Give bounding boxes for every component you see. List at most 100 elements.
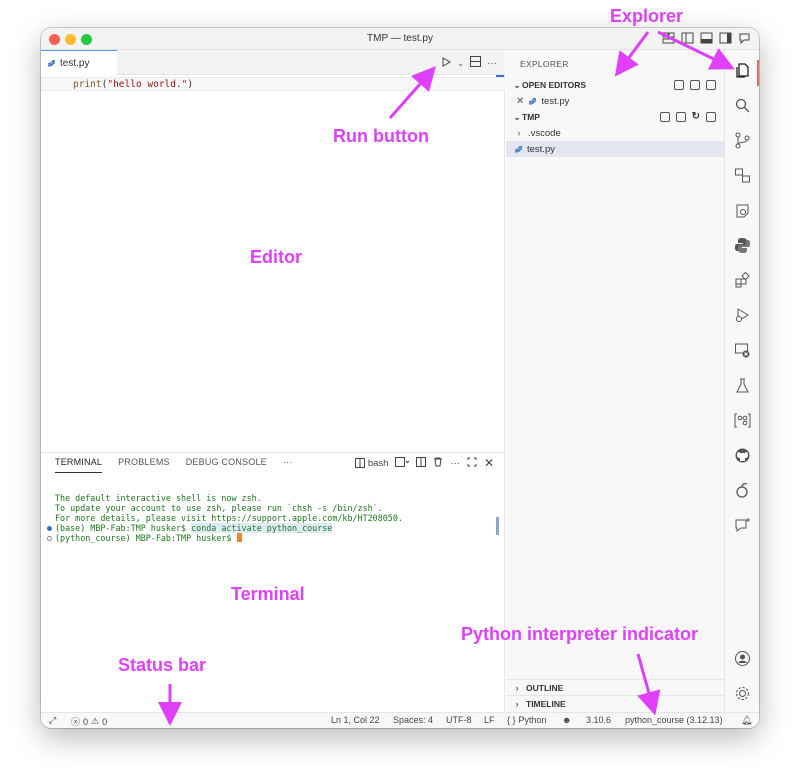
tab-problems[interactable]: PROBLEMS: [118, 457, 170, 473]
workspace-folder-section[interactable]: ⌄ TMP ↻: [506, 109, 724, 125]
tab-terminal[interactable]: TERMINAL: [55, 457, 103, 473]
panel-more-tabs-button[interactable]: ···: [283, 457, 293, 473]
activity-bar: [724, 50, 759, 712]
annotation-terminal: Terminal: [231, 584, 305, 604]
terminal-more-actions-icon[interactable]: ···: [450, 458, 460, 469]
editor-actions: ⌄ ···: [441, 56, 497, 70]
flask-icon[interactable]: [734, 377, 751, 394]
copilot-status-icon[interactable]: ☻: [562, 715, 571, 725]
remote-explorer-icon[interactable]: [734, 167, 751, 184]
terminal-prompt-line: (base) MBP-Fab:TMP husker$ conda activat…: [47, 523, 403, 533]
chat-icon[interactable]: [734, 517, 751, 534]
chevron-right-icon: ›: [517, 128, 521, 138]
chat-toggle-icon[interactable]: [738, 32, 751, 45]
remote-indicator-icon[interactable]: ⤢: [49, 715, 56, 726]
annotation-python-interpreter: Python interpreter indicator: [461, 624, 699, 644]
terminal-command: conda activate python_course: [191, 523, 333, 533]
chevron-right-icon: ›: [515, 682, 519, 693]
kill-terminal-trash-icon[interactable]: [433, 457, 443, 470]
cursor-position[interactable]: Ln 1, Col 22: [331, 715, 380, 725]
run-python-file-icon[interactable]: [441, 56, 452, 70]
close-panel-icon[interactable]: ✕: [484, 456, 494, 470]
notifications-bell-icon[interactable]: 🔔︎: [741, 715, 752, 726]
annotation-explorer: Explorer: [610, 6, 684, 26]
customize-layout-icon[interactable]: [662, 32, 675, 44]
source-control-icon[interactable]: [734, 132, 751, 149]
open-editor-item[interactable]: ✕ test.py: [506, 93, 724, 109]
collapse-folders-icon[interactable]: [706, 112, 716, 122]
copilot-icon[interactable]: [734, 482, 751, 499]
maximize-panel-icon[interactable]: [467, 457, 477, 470]
terminal-scrollbar[interactable]: [496, 517, 499, 535]
remote-disconnect-icon[interactable]: [734, 342, 751, 359]
terminal-cursor: [236, 533, 242, 542]
window-title: TMP — test.py: [367, 33, 433, 44]
split-editor-icon[interactable]: [470, 56, 481, 70]
toggle-secondary-sidebar-icon[interactable]: [719, 32, 732, 44]
layout-controls: [662, 32, 751, 45]
github-icon[interactable]: [734, 447, 751, 464]
close-all-icon[interactable]: [706, 80, 716, 90]
chevron-down-icon: ⌄: [513, 79, 521, 90]
editor-tab-bar: test.py ⌄ ···: [41, 50, 505, 75]
editor-tab-label: test.py: [60, 57, 90, 69]
split-terminal-icon: [354, 458, 365, 468]
command-decoration-icon[interactable]: [47, 536, 52, 541]
indentation[interactable]: Spaces: 4: [393, 715, 433, 725]
new-terminal-icon[interactable]: [395, 456, 410, 470]
language-mode[interactable]: { } Python: [507, 715, 547, 725]
explorer-icon[interactable]: [734, 62, 751, 79]
tree-item-vscode-folder[interactable]: › .vscode: [506, 125, 724, 141]
end-of-line[interactable]: LF: [484, 715, 495, 725]
python-file-icon: [528, 97, 537, 106]
terminal-prompt-line: (python_course) MBP-Fab:TMP husker$: [47, 533, 403, 543]
encoding[interactable]: UTF-8: [446, 715, 472, 725]
graph-icon[interactable]: [734, 412, 751, 429]
search-icon[interactable]: [734, 97, 751, 114]
extensions-icon[interactable]: [734, 271, 751, 289]
testing-run-icon[interactable]: [734, 307, 751, 324]
terminal-line: The default interactive shell is now zsh…: [55, 493, 262, 503]
active-view-indicator: [757, 60, 759, 86]
explorer-title: EXPLORER: [520, 59, 569, 69]
status-bar: ⤢ ⓧ 0 ⚠ 0 Ln 1, Col 22 Spaces: 4 UTF-8 LF …: [41, 712, 759, 728]
editor-tab-test-py[interactable]: test.py: [41, 50, 117, 75]
python-file-icon: [514, 145, 523, 154]
command-decoration-icon[interactable]: [47, 526, 52, 531]
run-debug-icon[interactable]: [734, 202, 751, 219]
run-options-chevron-icon[interactable]: ⌄: [457, 59, 464, 68]
settings-gear-icon[interactable]: [734, 685, 751, 702]
new-file-icon[interactable]: [659, 112, 670, 122]
refresh-explorer-icon[interactable]: ↻: [692, 112, 700, 122]
tree-item-test-py[interactable]: test.py: [506, 141, 724, 157]
toggle-panel-icon[interactable]: [700, 32, 713, 44]
shell-label: bash: [367, 457, 389, 469]
new-untitled-file-icon[interactable]: [674, 80, 684, 90]
chevron-down-icon: ⌄: [513, 111, 521, 122]
terminal-line: For more details, please visit https://s…: [55, 513, 403, 523]
split-terminal-button-icon[interactable]: [416, 456, 427, 470]
python-version[interactable]: 3.10.6: [586, 715, 611, 725]
explorer-sidebar: EXPLORER ⌄ OPEN EDITORS ✕ test.py ⌄ TMP …: [506, 50, 724, 712]
code-line-1[interactable]: print("hello world."): [41, 77, 505, 91]
account-icon[interactable]: [734, 650, 751, 667]
tab-debug-console[interactable]: DEBUG CONSOLE: [186, 457, 267, 473]
python-interpreter[interactable]: python_course (3.12.13): [625, 715, 723, 725]
chevron-right-icon: ›: [515, 698, 519, 709]
open-editors-section[interactable]: ⌄ OPEN EDITORS: [506, 77, 724, 93]
terminal-output[interactable]: The default interactive shell is now zsh…: [47, 493, 403, 543]
toggle-primary-sidebar-icon[interactable]: [681, 32, 694, 44]
problems-indicator[interactable]: ⓧ 0 ⚠ 0: [71, 715, 107, 728]
editor-more-actions-icon[interactable]: ···: [487, 58, 497, 69]
new-folder-icon[interactable]: [675, 112, 686, 122]
outline-section[interactable]: › OUTLINE: [506, 679, 724, 695]
python-file-icon: [47, 59, 56, 68]
close-editor-icon[interactable]: ✕: [516, 96, 524, 107]
annotation-run-button: Run button: [333, 126, 429, 146]
bottom-panel: TERMINAL PROBLEMS DEBUG CONSOLE ··· bash…: [41, 452, 505, 712]
python-icon[interactable]: [734, 237, 751, 254]
timeline-section[interactable]: › TIMELINE: [506, 695, 724, 711]
terminal-shell-selector[interactable]: bash: [354, 457, 389, 469]
panel-tabs: TERMINAL PROBLEMS DEBUG CONSOLE ···: [55, 457, 292, 473]
save-all-icon[interactable]: [690, 80, 700, 90]
